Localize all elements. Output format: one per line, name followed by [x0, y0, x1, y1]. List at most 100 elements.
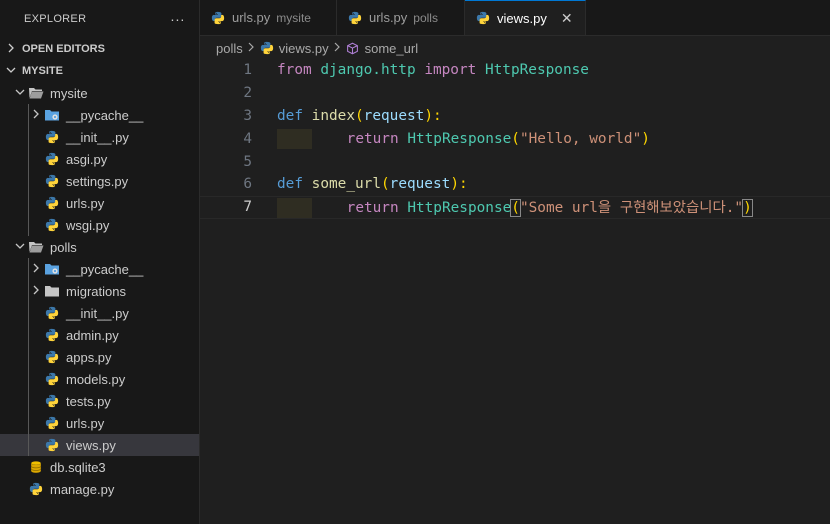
tab-views-active[interactable]: views.py ✕ — [465, 0, 586, 35]
python-file-icon — [44, 349, 60, 365]
chevron-down-icon — [12, 87, 28, 100]
python-file-icon — [44, 305, 60, 321]
python-file-icon — [28, 481, 44, 497]
tab-bar: urls.py mysite urls.py polls views.py ✕ — [200, 0, 830, 36]
keyword-import: import — [424, 62, 477, 79]
tree-item-label: wsgi.py — [66, 217, 110, 233]
breadcrumb-folder[interactable]: polls — [216, 41, 243, 56]
breadcrumb-symbol[interactable]: some_url — [365, 41, 418, 56]
python-file-icon — [44, 129, 60, 145]
tab-urls-mysite[interactable]: urls.py mysite — [200, 0, 337, 35]
tree-item[interactable]: manage.py — [0, 478, 199, 500]
tree-item-label: polls — [50, 239, 77, 255]
matched-paren: ) — [742, 199, 753, 218]
open-editors-section[interactable]: OPEN EDITORS — [0, 38, 199, 60]
chevron-right-icon — [28, 109, 44, 122]
file-tree: mysite __pycache__ __init__.py asgi.py setti… — [0, 82, 199, 500]
project-root-section[interactable]: MYSITE — [0, 60, 199, 82]
code-line-1: 1 from django.http import HttpResponse — [200, 59, 830, 82]
function-name: some_url — [311, 176, 381, 193]
tree-item-label: models.py — [66, 371, 126, 387]
code-line-6: 6 def some_url(request): — [200, 173, 830, 196]
pycache-folder-icon — [44, 107, 60, 123]
tree-item[interactable]: db.sqlite3 — [0, 456, 199, 478]
tab-label: views.py — [497, 10, 547, 26]
tree-item[interactable]: apps.py — [0, 346, 199, 368]
line-number: 4 — [243, 130, 252, 147]
tree-item-label: __init__.py — [66, 129, 129, 145]
tree-item[interactable]: mysite — [0, 82, 199, 104]
tree-item[interactable]: polls — [0, 236, 199, 258]
indent-guide — [28, 346, 29, 368]
line-number: 7 — [243, 199, 252, 216]
python-file-icon — [44, 173, 60, 189]
tree-item[interactable]: tests.py — [0, 390, 199, 412]
tree-item[interactable]: migrations — [0, 280, 199, 302]
indent-guide — [28, 126, 29, 148]
indent-guide — [28, 104, 29, 126]
tree-item[interactable]: urls.py — [0, 192, 199, 214]
tree-item[interactable]: admin.py — [0, 324, 199, 346]
chevron-down-icon — [6, 65, 22, 78]
tree-item[interactable]: views.py — [0, 434, 199, 456]
paren: ): — [424, 107, 442, 124]
tree-item[interactable]: asgi.py — [0, 148, 199, 170]
tab-label: urls.py — [232, 10, 271, 25]
close-icon[interactable]: ✕ — [561, 10, 573, 27]
python-file-icon — [44, 371, 60, 387]
code-line-2: 2 — [200, 82, 830, 105]
tree-item-label: apps.py — [66, 349, 112, 365]
tree-item[interactable]: models.py — [0, 368, 199, 390]
indent-guide — [28, 390, 29, 412]
tree-item-label: urls.py — [66, 415, 105, 431]
indent-guide — [28, 368, 29, 390]
tree-item[interactable]: __init__.py — [0, 126, 199, 148]
indent-guide — [28, 412, 29, 434]
module-name: django.http — [320, 62, 416, 79]
tree-item[interactable]: __pycache__ — [0, 258, 199, 280]
breadcrumb-file[interactable]: views.py — [279, 41, 329, 56]
tree-item-label: admin.py — [66, 327, 119, 343]
keyword-def: def — [277, 176, 303, 193]
indent-guide — [28, 324, 29, 346]
python-file-icon — [347, 10, 363, 26]
tree-item-label: manage.py — [50, 481, 115, 497]
tree-item[interactable]: settings.py — [0, 170, 199, 192]
method-cube-icon — [345, 40, 361, 56]
line-number: 5 — [243, 153, 252, 170]
string-literal: "Hello, world" — [519, 130, 642, 147]
line-number: 3 — [243, 107, 252, 124]
paren: ( — [380, 176, 390, 193]
explorer-title: EXPLORER — [24, 13, 87, 25]
python-file-icon — [475, 10, 491, 26]
indent-guide — [277, 198, 312, 219]
chevron-right-icon — [28, 285, 44, 298]
tab-urls-polls[interactable]: urls.py polls — [337, 0, 465, 35]
chevron-right-icon — [28, 263, 44, 276]
tree-item[interactable]: __pycache__ — [0, 104, 199, 126]
folder-open-icon — [28, 85, 44, 101]
python-file-icon — [44, 437, 60, 453]
function-name: index — [311, 107, 355, 124]
tree-item-label: db.sqlite3 — [50, 459, 106, 475]
code-line-7-current: 7 return HttpResponse("Some url을 구현해보았습니… — [200, 195, 830, 219]
code-editor[interactable]: 1 from django.http import HttpResponse 2… — [200, 59, 830, 219]
keyword-return: return — [346, 130, 399, 147]
python-file-icon — [44, 415, 60, 431]
tree-item-label: asgi.py — [66, 151, 108, 167]
tree-item-label: tests.py — [66, 393, 111, 409]
tree-item[interactable]: urls.py — [0, 412, 199, 434]
python-file-icon — [44, 393, 60, 409]
keyword-return: return — [346, 200, 399, 217]
paren: ) — [641, 130, 650, 147]
more-actions-icon[interactable]: ··· — [170, 11, 185, 27]
tree-item-label: __pycache__ — [66, 261, 144, 277]
tree-item[interactable]: __init__.py — [0, 302, 199, 324]
tree-item[interactable]: wsgi.py — [0, 214, 199, 236]
tab-description: mysite — [276, 10, 311, 25]
tree-item-label: __init__.py — [66, 305, 129, 321]
matched-paren: ( — [510, 199, 521, 218]
indent-guide — [28, 170, 29, 192]
string-literal: "Some url을 구현해보았습니다." — [519, 200, 744, 217]
tab-label: urls.py — [369, 10, 408, 25]
